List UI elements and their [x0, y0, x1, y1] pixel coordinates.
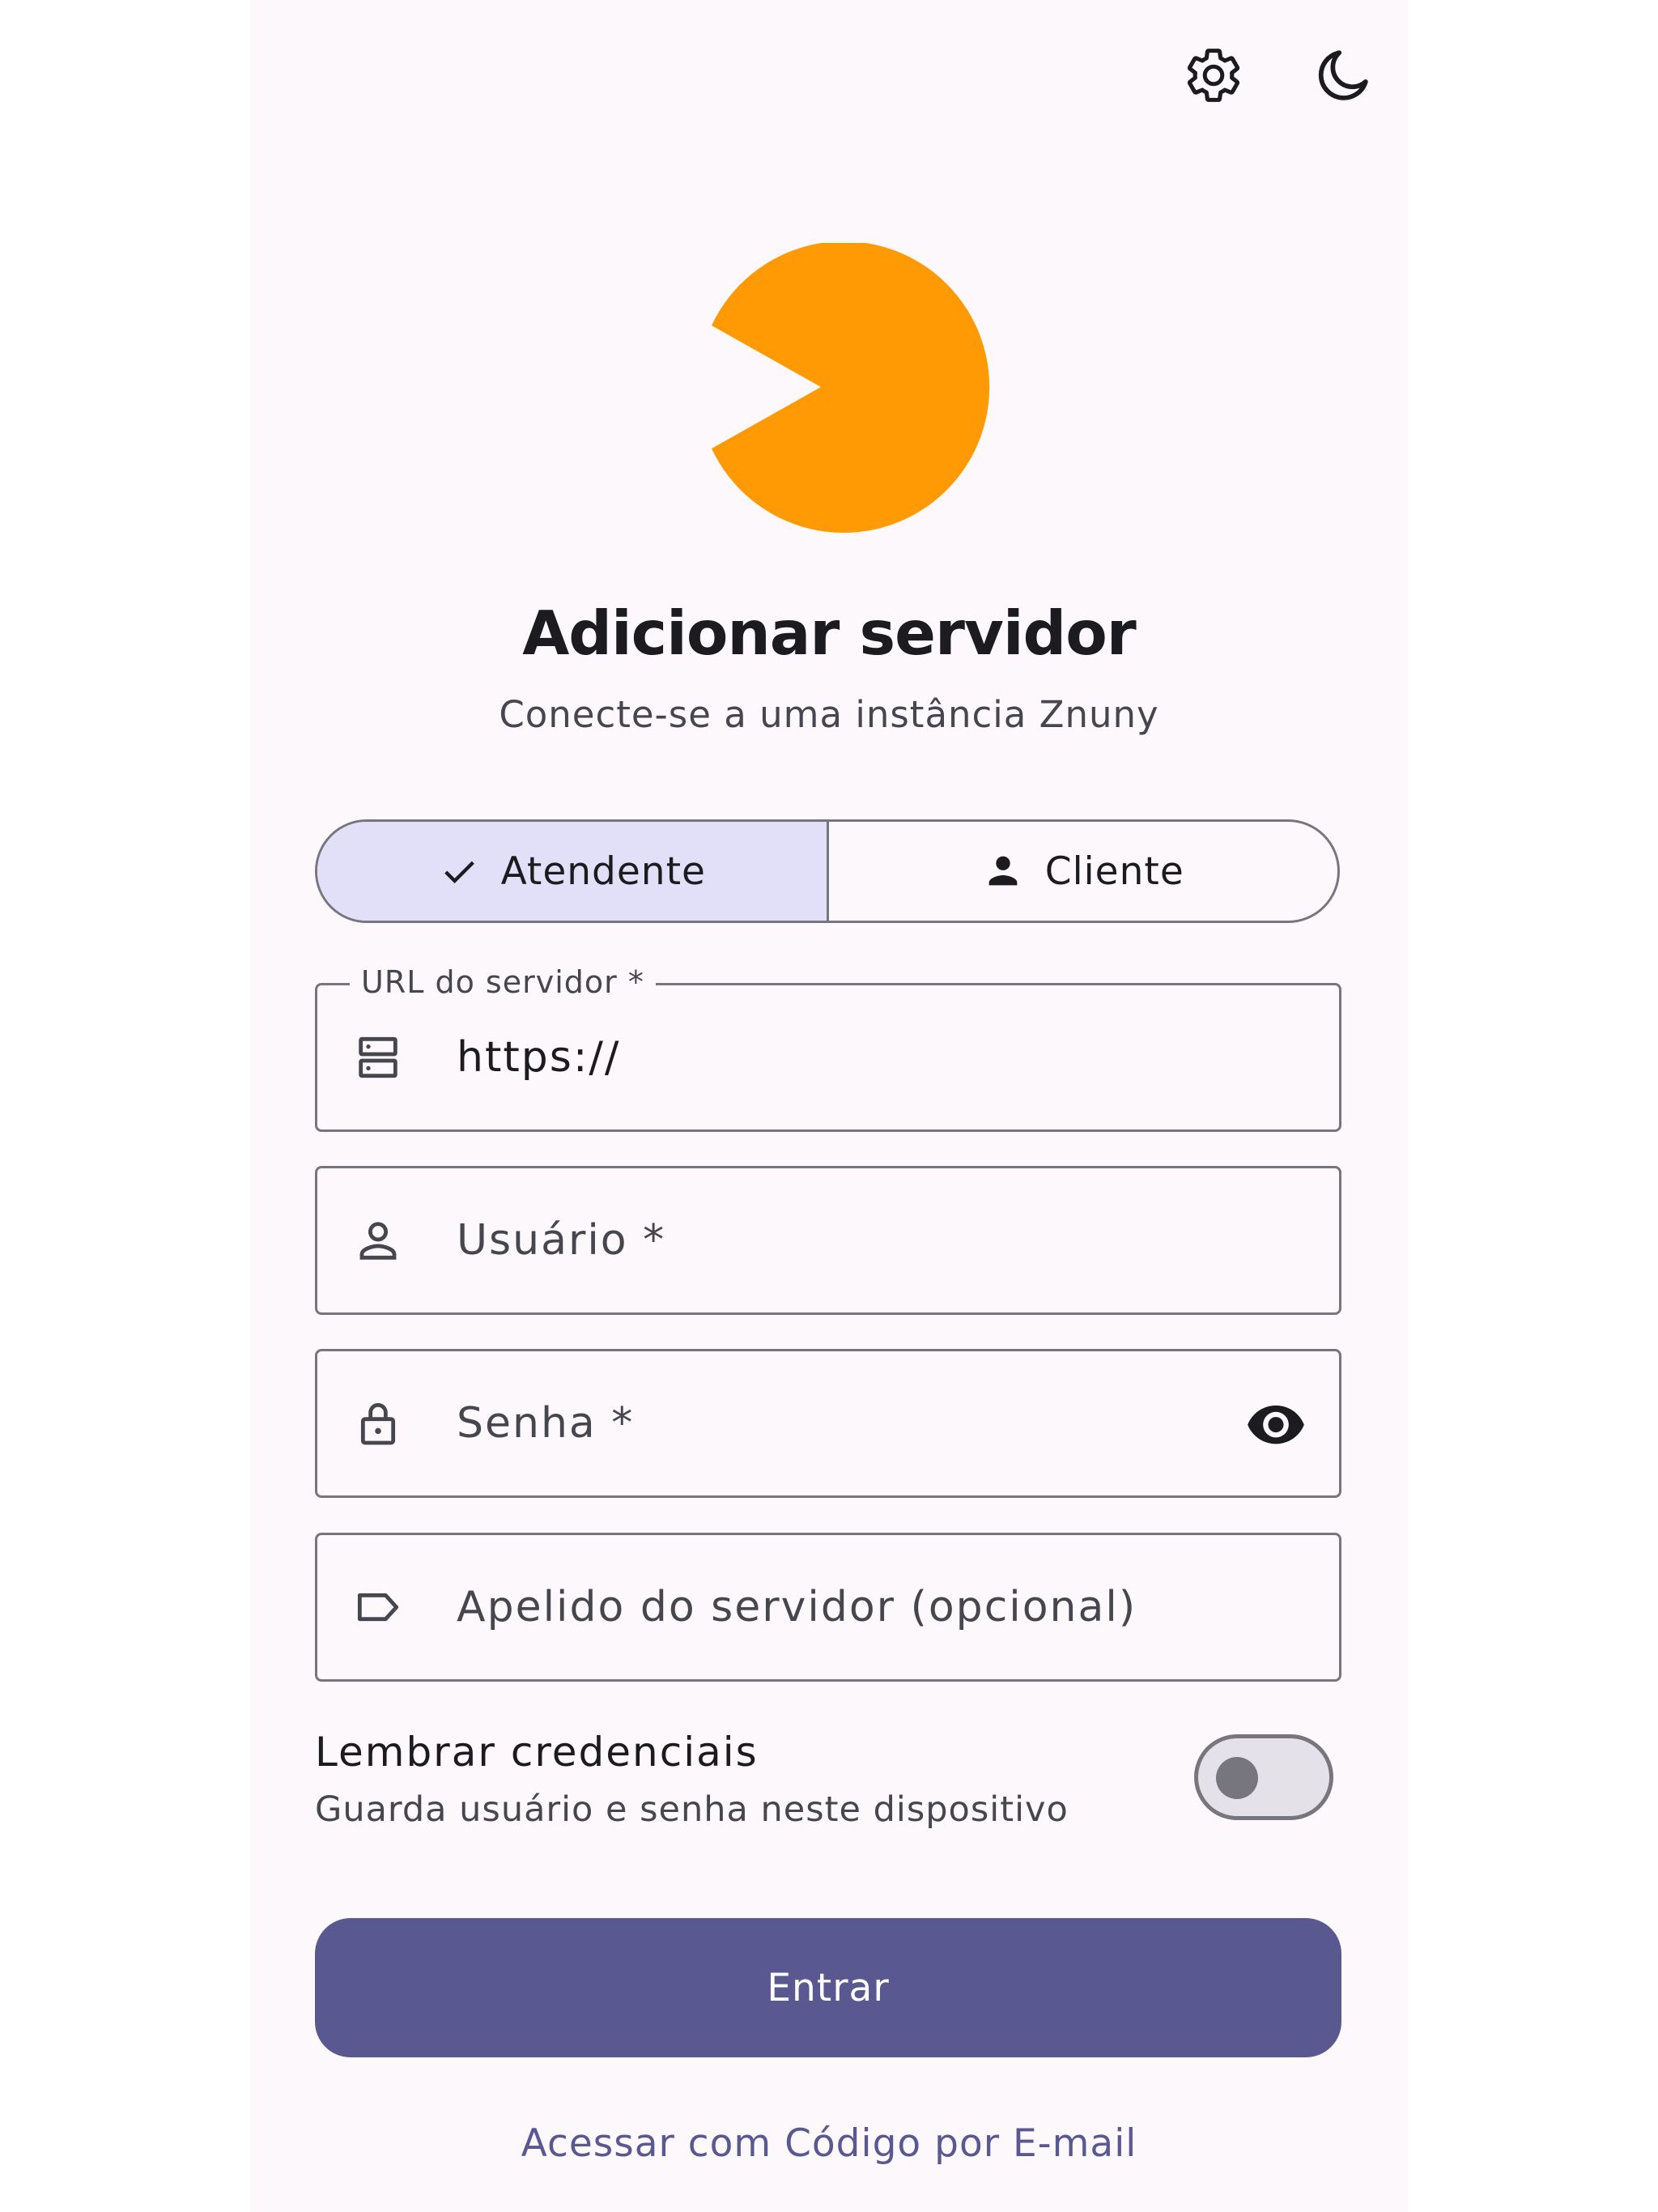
segment-cliente[interactable]: Cliente	[829, 822, 1338, 921]
password-field[interactable]: Senha *	[315, 1349, 1341, 1498]
remember-credentials-subtitle: Guarda usuário e senha neste dispositivo	[315, 1789, 1069, 1830]
remember-credentials-switch[interactable]	[1194, 1734, 1333, 1820]
segment-atendente[interactable]: Atendente	[317, 822, 829, 921]
theme-toggle-button[interactable]	[1303, 35, 1384, 116]
server-url-label: URL do servidor *	[350, 964, 656, 1000]
logo-shape	[712, 243, 990, 533]
nickname-input[interactable]: Apelido do servidor (opcional)	[457, 1583, 1137, 1631]
moon-icon	[1318, 50, 1368, 100]
role-segmented-control: Atendente Cliente	[315, 819, 1340, 923]
server-icon	[350, 1029, 406, 1086]
gear-icon	[1187, 49, 1240, 102]
segment-cliente-label: Cliente	[1044, 849, 1184, 894]
switch-knob	[1216, 1757, 1258, 1799]
password-input[interactable]: Senha *	[457, 1399, 634, 1448]
lock-icon	[350, 1395, 406, 1452]
person-outline-icon	[350, 1212, 406, 1269]
check-icon	[444, 861, 474, 883]
person-icon	[988, 856, 1018, 886]
server-url-field[interactable]: URL do servidor * https://	[315, 964, 1341, 1132]
app-logo	[712, 243, 990, 533]
settings-button[interactable]	[1173, 35, 1254, 116]
eye-icon[interactable]	[1242, 1389, 1310, 1457]
nickname-field[interactable]: Apelido do servidor (opcional)	[315, 1533, 1341, 1682]
username-input[interactable]: Usuário *	[457, 1216, 665, 1265]
login-screen: Adicionar servidor Conecte-se a uma inst…	[250, 0, 1408, 2212]
username-field[interactable]: Usuário *	[315, 1166, 1341, 1315]
page-subtitle: Conecte-se a uma instância Znuny	[499, 693, 1159, 736]
login-button[interactable]: Entrar	[315, 1918, 1341, 2057]
remember-credentials-title: Lembrar credenciais	[315, 1729, 759, 1776]
email-code-login-link[interactable]: Acessar com Código por E-mail	[250, 2121, 1408, 2166]
segment-atendente-label: Atendente	[500, 849, 706, 894]
server-url-input[interactable]: https://	[457, 1033, 620, 1082]
page-title: Adicionar servidor	[522, 598, 1137, 669]
label-icon	[350, 1579, 406, 1636]
